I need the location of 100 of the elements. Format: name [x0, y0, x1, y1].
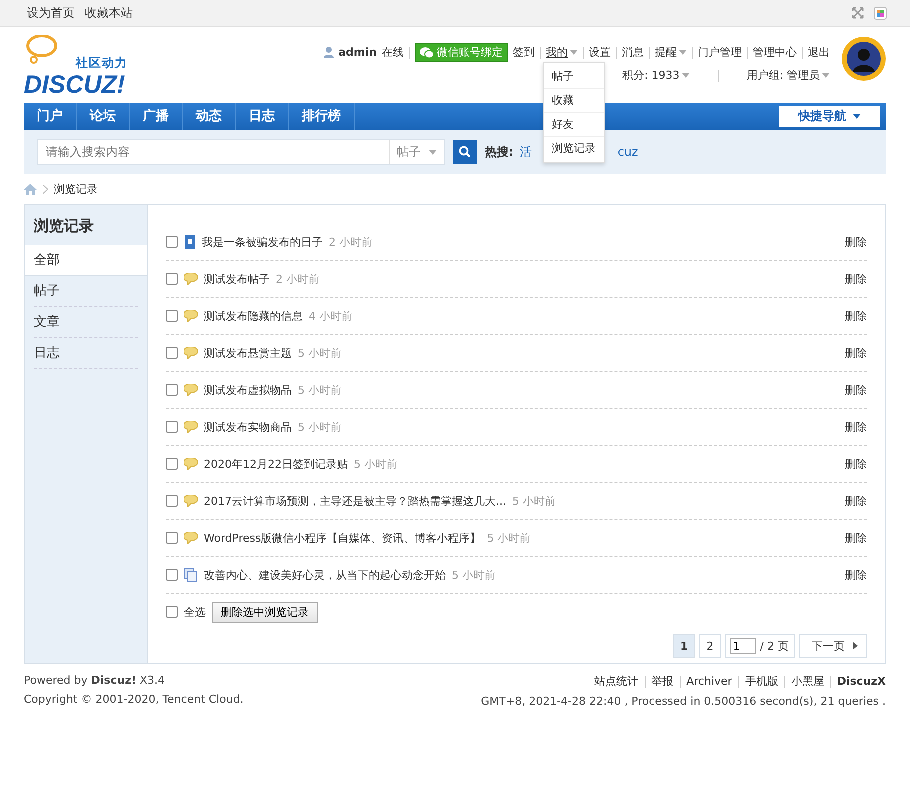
page-input[interactable]: 1: [730, 638, 756, 654]
footer-link[interactable]: 手机版: [745, 674, 778, 689]
copyright: Copyright © 2001-2020, Tencent Cloud.: [24, 693, 244, 706]
delete-link[interactable]: 删除: [845, 234, 867, 250]
footer-link[interactable]: 小黑屋: [791, 674, 824, 689]
delete-link[interactable]: 删除: [845, 272, 867, 286]
delete-selected-button[interactable]: 删除选中浏览记录: [212, 602, 318, 622]
sidebar-item[interactable]: 日志: [34, 338, 138, 369]
usergroup-link[interactable]: 用户组: 管理员: [746, 68, 830, 83]
record-title[interactable]: 测试发布帖子: [204, 272, 270, 286]
document-icon: [184, 235, 196, 249]
menu-item[interactable]: 浏览记录: [544, 137, 604, 160]
wechat-icon: [420, 46, 434, 58]
points-link[interactable]: 积分: 1933: [622, 68, 690, 83]
checkbox[interactable]: [166, 532, 178, 544]
header-link[interactable]: 消息: [622, 45, 644, 60]
record-time: 5 小时前: [298, 346, 342, 360]
record-title[interactable]: 2017云计算市场预测，主导还是被主导？踏热需掌握这几大...: [204, 494, 506, 508]
record-title[interactable]: 测试发布隐藏的信息: [204, 308, 303, 324]
checkbox[interactable]: [166, 347, 178, 359]
hot-search-link[interactable]: cuz: [618, 145, 638, 159]
sidebar-item[interactable]: 文章: [34, 307, 138, 338]
header-link[interactable]: 管理中心: [753, 45, 797, 60]
triangle-icon: [853, 642, 858, 650]
menu-item[interactable]: 帖子: [544, 65, 604, 89]
sidebar-item[interactable]: 帖子: [34, 276, 138, 307]
caret-icon: [852, 114, 860, 119]
checkbox[interactable]: [166, 236, 178, 248]
search-icon: [459, 146, 471, 158]
search-button[interactable]: [453, 140, 477, 164]
record-time: 2 小时前: [329, 234, 372, 250]
record-time: 5 小时前: [452, 568, 496, 582]
pages-icon: [184, 568, 198, 582]
home-icon[interactable]: [24, 184, 37, 194]
record-title[interactable]: 测试发布实物商品: [204, 420, 292, 434]
speech-bubble-icon: [184, 458, 198, 470]
online-status: 在线: [382, 45, 404, 60]
header-link[interactable]: 提醒: [655, 45, 687, 60]
record-title[interactable]: 测试发布悬赏主题: [204, 346, 292, 360]
header-link[interactable]: 退出: [808, 45, 830, 60]
speech-bubble-icon: [184, 347, 198, 359]
record-title[interactable]: 我是一条被骗发布的日子: [202, 234, 323, 250]
delete-link[interactable]: 删除: [845, 308, 867, 324]
record-title[interactable]: 测试发布虚拟物品: [204, 382, 292, 398]
record-time: 5 小时前: [354, 456, 398, 472]
server-stats: GMT+8, 2021-4-28 22:40 , Processed in 0.500316 second(s), 21 queries .: [481, 695, 886, 708]
delete-link[interactable]: 删除: [845, 494, 867, 508]
footer-link[interactable]: DiscuzX: [837, 675, 886, 688]
record-title[interactable]: 2020年12月22日签到记录贴: [204, 456, 348, 472]
speech-bubble-icon: [184, 532, 198, 544]
search-field[interactable]: 请输入搜索内容 帖子: [37, 139, 445, 165]
delete-link[interactable]: 删除: [845, 420, 867, 434]
quick-nav-button[interactable]: 快捷导航: [779, 106, 880, 127]
expand-icon[interactable]: [852, 7, 864, 19]
top-link[interactable]: 设为首页: [27, 4, 75, 22]
menu-item[interactable]: 好友: [544, 113, 604, 137]
select-all-checkbox[interactable]: [166, 606, 178, 618]
header-link[interactable]: 签到: [513, 45, 535, 60]
app-icon[interactable]: [874, 6, 887, 20]
next-page-button[interactable]: 下一页: [799, 634, 867, 658]
header-link[interactable]: 设置: [589, 45, 611, 60]
avatar[interactable]: [842, 37, 886, 81]
hot-search-link[interactable]: 活: [520, 144, 532, 160]
speech-bubble-icon: [184, 384, 198, 396]
page-total: / 2 页: [760, 638, 789, 654]
checkbox[interactable]: [166, 310, 178, 322]
delete-link[interactable]: 删除: [845, 346, 867, 360]
username[interactable]: admin: [338, 46, 377, 59]
delete-link[interactable]: 删除: [845, 568, 867, 582]
checkbox[interactable]: [166, 458, 178, 470]
delete-link[interactable]: 删除: [845, 456, 867, 472]
checkbox[interactable]: [166, 384, 178, 396]
sidebar-item[interactable]: 全部: [25, 245, 147, 276]
record-time: 2 小时前: [276, 272, 320, 286]
delete-link[interactable]: 删除: [845, 382, 867, 398]
sidebar-title: 浏览记录: [33, 216, 95, 237]
header-link[interactable]: 门户管理: [698, 45, 742, 60]
record-time: 4 小时前: [309, 308, 352, 324]
footer-link[interactable]: 举报: [652, 674, 674, 689]
checkbox[interactable]: [166, 495, 178, 507]
page-link[interactable]: 2: [699, 634, 722, 658]
footer-link[interactable]: 站点统计: [594, 674, 639, 689]
user-icon: [324, 47, 334, 58]
caret-icon: [570, 50, 578, 55]
caret-icon: [822, 73, 830, 78]
powered-by: Powered by Discuz! X3.4: [24, 674, 166, 687]
speech-bubble-icon: [184, 310, 198, 322]
checkbox[interactable]: [166, 273, 178, 285]
record-title[interactable]: 改善内心、建设美好心灵，从当下的起心动念开始: [204, 568, 446, 582]
checkbox[interactable]: [166, 569, 178, 581]
record-time: 5 小时前: [512, 494, 556, 508]
page-link[interactable]: 1: [673, 634, 696, 658]
menu-item[interactable]: 收藏: [544, 89, 604, 113]
caret-icon: [679, 50, 687, 55]
site-logo[interactable]: 社区动力 DISCUZ!: [24, 35, 144, 99]
record-title[interactable]: WordPress版微信小程序【自媒体、资讯、博客小程序】: [204, 530, 482, 546]
footer-link[interactable]: Archiver: [686, 675, 732, 688]
delete-link[interactable]: 删除: [845, 530, 867, 546]
checkbox[interactable]: [166, 421, 178, 433]
top-link[interactable]: 收藏本站: [85, 4, 133, 22]
